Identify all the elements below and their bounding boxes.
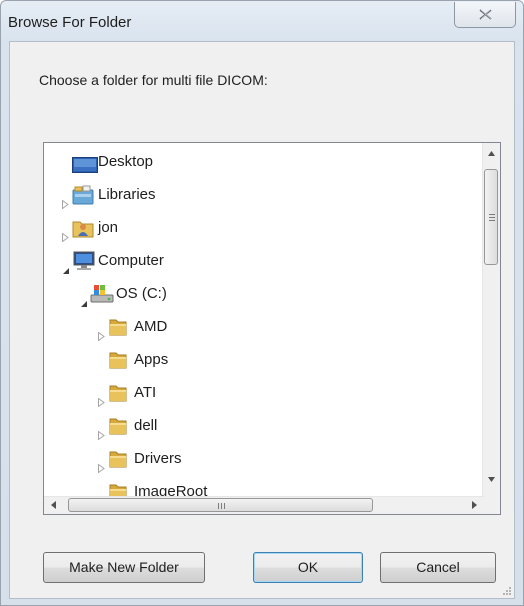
dialog-body: Choose a folder for multi file DICOM: De… <box>9 41 515 599</box>
computer-icon <box>72 251 96 282</box>
grip-line <box>489 217 495 218</box>
scroll-down-arrow-icon[interactable] <box>488 477 495 482</box>
collapsed-arrow-icon[interactable] <box>98 421 105 451</box>
tree-item-label: ImageRoot <box>134 483 208 498</box>
folder-icon <box>108 416 128 447</box>
resize-grip-icon[interactable] <box>502 586 512 596</box>
collapsed-arrow-icon[interactable] <box>98 322 105 352</box>
scroll-up-arrow-icon[interactable] <box>488 151 495 156</box>
scroll-corner <box>483 497 500 514</box>
title-bar[interactable]: Browse For Folder <box>1 1 523 41</box>
folder-icon <box>108 317 128 348</box>
folder-tree-rows: Desktop Libraries jon Computer OS (C:) AMD App… <box>44 143 484 498</box>
close-icon <box>479 9 492 20</box>
tree-item-label: Drivers <box>134 450 182 467</box>
folder-icon <box>108 449 128 480</box>
tree-item-label: Libraries <box>98 186 156 203</box>
tree-item-label: Apps <box>134 351 169 368</box>
grip-line <box>224 503 225 509</box>
ok-button[interactable]: OK <box>253 552 363 583</box>
collapsed-arrow-icon[interactable] <box>98 388 105 418</box>
expanded-arrow-icon[interactable] <box>80 289 88 319</box>
tree-item-label: ATI <box>134 384 157 401</box>
desktop-icon <box>72 155 98 185</box>
prompt-text: Choose a folder for multi file DICOM: <box>39 72 268 88</box>
vertical-scroll-thumb[interactable] <box>484 169 498 265</box>
tree-item-label: dell <box>134 417 158 434</box>
horizontal-scroll-thumb[interactable] <box>68 498 373 512</box>
window-title: Browse For Folder <box>8 14 132 31</box>
user-folder-icon <box>72 218 94 249</box>
collapsed-arrow-icon[interactable] <box>62 190 69 220</box>
collapsed-arrow-icon[interactable] <box>62 223 69 253</box>
scroll-left-arrow-icon[interactable] <box>51 501 56 509</box>
tree-item-label: Computer <box>98 252 164 269</box>
collapsed-arrow-icon[interactable] <box>98 454 105 484</box>
close-button[interactable] <box>454 2 516 28</box>
folder-icon <box>108 350 128 381</box>
tree-item-label: AMD <box>134 318 168 335</box>
tree-item-label: OS (C:) <box>116 285 167 302</box>
tree-item-label: jon <box>98 219 119 236</box>
folder-icon <box>108 383 128 414</box>
libraries-icon <box>72 185 94 216</box>
tree-item-label: Desktop <box>98 153 154 170</box>
vertical-scrollbar[interactable] <box>482 143 500 498</box>
folder-tree[interactable]: Desktop Libraries jon Computer OS (C:) AMD App… <box>43 142 501 515</box>
make-new-folder-button[interactable]: Make New Folder <box>43 552 205 583</box>
grip-line <box>489 214 495 215</box>
grip-line <box>221 503 222 509</box>
drive-icon <box>90 284 114 315</box>
grip-line <box>489 220 495 221</box>
cancel-button[interactable]: Cancel <box>380 552 496 583</box>
expanded-arrow-icon[interactable] <box>62 256 70 286</box>
browse-for-folder-dialog: Browse For Folder Choose a folder for mu… <box>0 0 524 606</box>
scroll-right-arrow-icon[interactable] <box>472 501 477 509</box>
horizontal-scrollbar[interactable] <box>44 496 484 514</box>
grip-line <box>218 503 219 509</box>
